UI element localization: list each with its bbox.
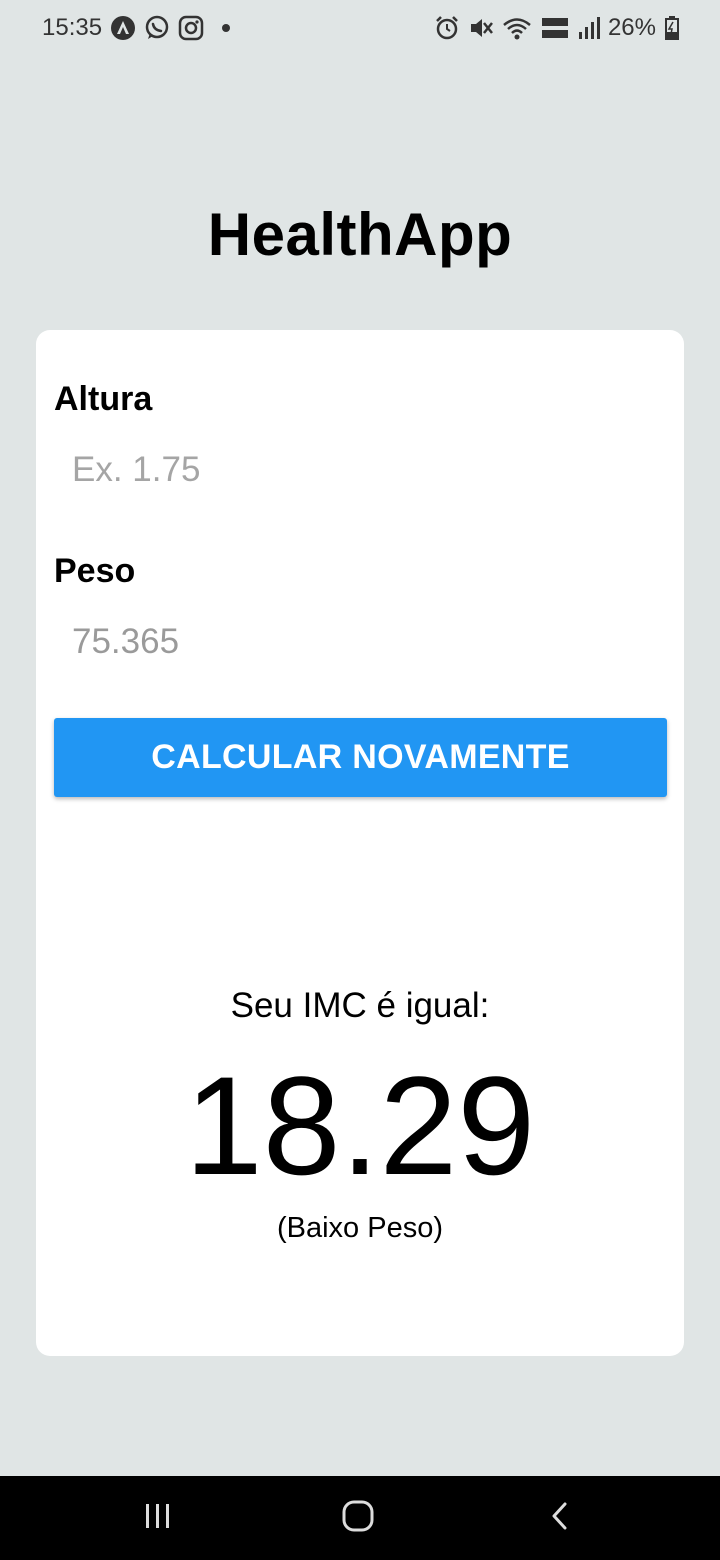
status-left: 15:35 (42, 14, 231, 42)
result-caption: Seu IMC é igual: (230, 986, 490, 1025)
instagram-icon (178, 15, 204, 41)
bmi-value: 18.29 (184, 1047, 536, 1204)
status-right: 26% (434, 14, 680, 42)
weight-label: Peso (54, 552, 136, 590)
alarm-icon (434, 15, 460, 41)
wifi-icon (502, 15, 532, 41)
battery-charging-icon (664, 15, 680, 41)
height-input[interactable] (54, 438, 664, 502)
calculate-again-button[interactable]: CALCULAR NOVAMENTE (54, 718, 667, 797)
bmi-classification: (Baixo Peso) (276, 1212, 443, 1244)
recent-apps-icon (143, 1503, 173, 1534)
navigation-bar (0, 1476, 720, 1560)
height-label: Altura (54, 380, 153, 418)
home-icon (341, 1499, 375, 1538)
back-icon (549, 1501, 571, 1536)
app-title: HealthApp (207, 201, 513, 268)
battery-percentage: 26% (607, 14, 656, 41)
back-button[interactable] (500, 1476, 620, 1560)
volte-lte2-icon (540, 15, 570, 41)
bmi-form-card: Altura Peso CALCULAR NOVAMENTE Seu IMC é… (36, 330, 684, 1356)
weight-input[interactable] (54, 610, 664, 674)
home-button[interactable] (298, 1476, 418, 1560)
notification-dot-icon (222, 24, 231, 32)
mute-icon (468, 15, 494, 41)
whatsapp-icon (144, 15, 170, 41)
signal-icon (578, 15, 600, 41)
status-time: 15:35 (42, 14, 103, 41)
autopilot-icon (110, 15, 136, 41)
recent-apps-button[interactable] (98, 1476, 218, 1560)
status-bar: 15:35 26% (0, 0, 720, 56)
